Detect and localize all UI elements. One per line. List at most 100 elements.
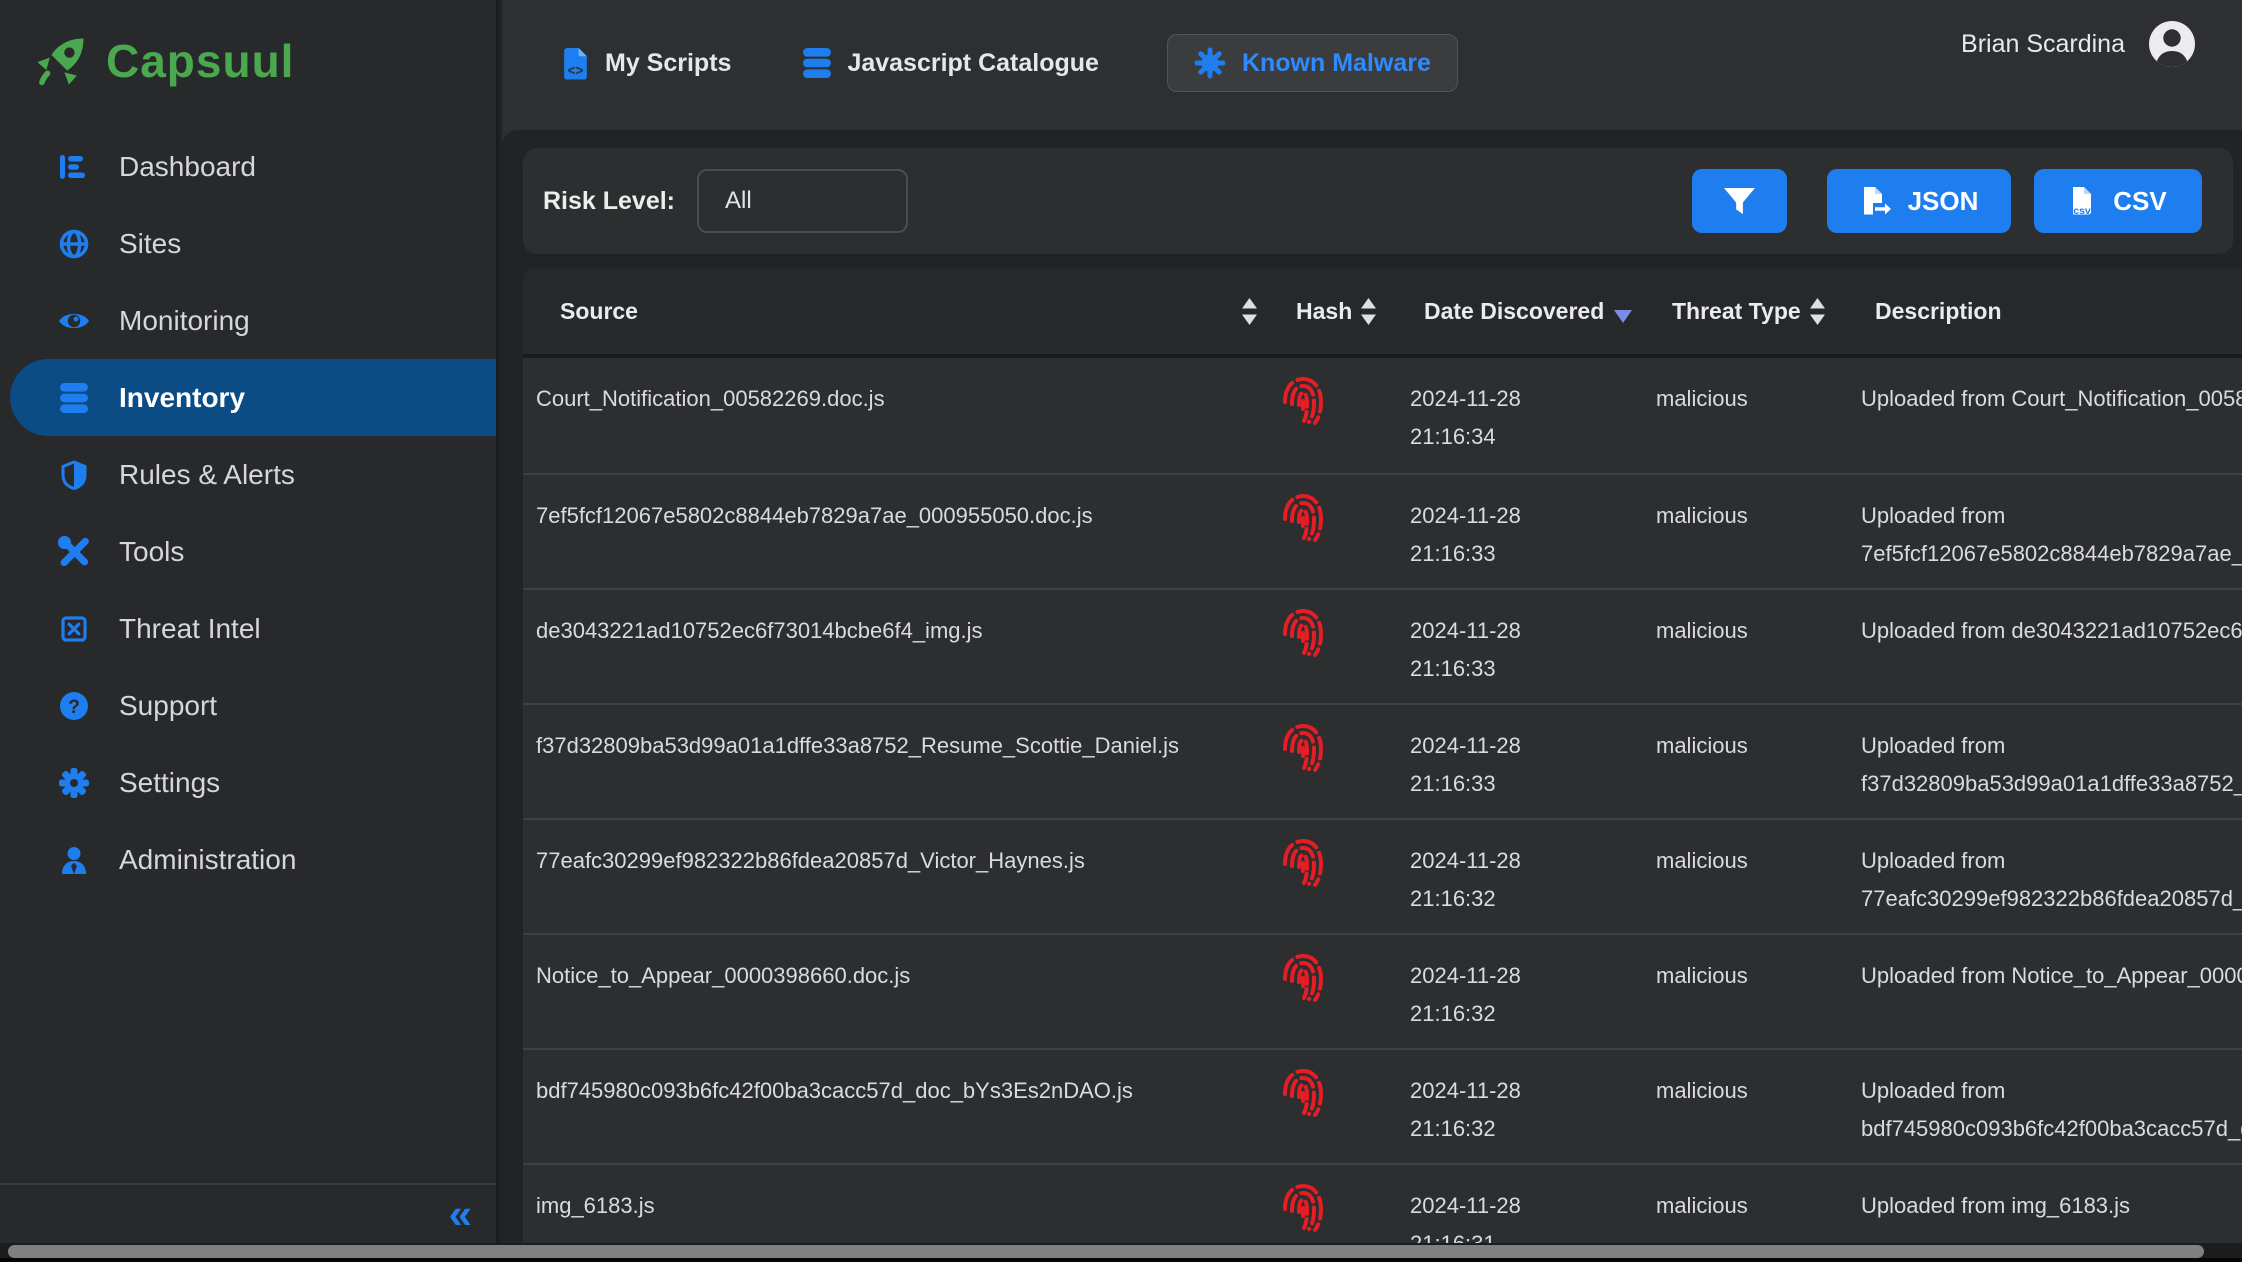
sidebar-item-label: Inventory <box>119 382 245 414</box>
date-value: 2024-11-28 <box>1410 497 1648 535</box>
fingerprint-icon[interactable] <box>1280 1066 1408 1122</box>
collapse-sidebar-icon[interactable]: « <box>449 1193 472 1235</box>
table-row[interactable]: 77eafc30299ef982322b86fdea20857d_Victor_… <box>523 818 2242 933</box>
gear-icon <box>57 768 91 798</box>
threat-type-cell: malicious <box>1648 590 1856 703</box>
tools-icon <box>57 536 91 568</box>
table-row[interactable]: f37d32809ba53d99a01a1dffe33a8752_Resume_… <box>523 703 2242 818</box>
globe-icon <box>57 229 91 259</box>
export-csv-button[interactable]: CSV <box>2034 169 2202 233</box>
time-value: 21:16:32 <box>1410 1110 1648 1148</box>
rocket-icon <box>34 34 88 88</box>
source-cell: f37d32809ba53d99a01a1dffe33a8752_Resume_… <box>523 705 1268 818</box>
threat-type-cell: malicious <box>1648 705 1856 818</box>
source-cell: de3043221ad10752ec6f73014bcbe6f4_img.js <box>523 590 1268 703</box>
horizontal-scrollbar[interactable] <box>0 1243 2242 1262</box>
sidebar: Capsuul Dashboard Sites Monitoring Inven… <box>0 0 499 1243</box>
fingerprint-icon[interactable] <box>1280 836 1408 892</box>
tab-known-malware[interactable]: Known Malware <box>1167 34 1458 92</box>
tab-javascript-catalogue[interactable]: Javascript Catalogue <box>799 34 1103 92</box>
time-value: 21:16:33 <box>1410 765 1648 803</box>
scrollbar-thumb[interactable] <box>8 1245 2204 1258</box>
person-icon <box>57 846 91 874</box>
column-header-threat-type: Threat Type <box>1648 298 1856 325</box>
topbar: My Scripts Javascript Catalogue Known Ma… <box>502 0 2242 130</box>
avatar-icon[interactable] <box>2147 19 2197 69</box>
time-value: 21:16:34 <box>1410 418 1648 456</box>
date-cell: 2024-11-28 21:16:32 <box>1408 820 1648 933</box>
sort-icon-threat-type[interactable] <box>1809 298 1826 325</box>
threat-type-cell: malicious <box>1648 475 1856 588</box>
time-value: 21:16:33 <box>1410 535 1648 573</box>
hash-cell <box>1268 820 1408 933</box>
date-cell: 2024-11-28 21:16:32 <box>1408 1050 1648 1163</box>
source-cell: img_6183.js <box>523 1165 1268 1243</box>
filter-button[interactable] <box>1692 169 1787 233</box>
sidebar-item-dashboard[interactable]: Dashboard <box>0 128 496 205</box>
fingerprint-icon[interactable] <box>1280 721 1408 777</box>
sidebar-item-label: Dashboard <box>119 151 256 183</box>
sort-desc-icon-date[interactable] <box>1614 300 1632 323</box>
sort-icon-source[interactable] <box>1241 298 1258 325</box>
sidebar-item-threat-intel[interactable]: Threat Intel <box>0 590 496 667</box>
source-cell: 7ef5fcf12067e5802c8844eb7829a7ae_0009550… <box>523 475 1268 588</box>
table-row[interactable]: de3043221ad10752ec6f73014bcbe6f4_img.js … <box>523 588 2242 703</box>
date-value: 2024-11-28 <box>1410 842 1648 880</box>
sidebar-item-label: Sites <box>119 228 181 260</box>
table-header: Source Hash Date Discovered Threat Type <box>523 268 2242 358</box>
description-cell: Uploaded from Court_Notification_0058226… <box>1856 358 2242 473</box>
sidebar-item-tools[interactable]: Tools <box>0 513 496 590</box>
export-json-button[interactable]: JSON <box>1827 169 2011 233</box>
date-value: 2024-11-28 <box>1410 612 1648 650</box>
table-row[interactable]: Notice_to_Appear_0000398660.doc.js 2024-… <box>523 933 2242 1048</box>
sidebar-item-rules-alerts[interactable]: Rules & Alerts <box>0 436 496 513</box>
table-row[interactable]: bdf745980c093b6fc42f00ba3cacc57d_doc_bYs… <box>523 1048 2242 1163</box>
sort-icon-hash[interactable] <box>1360 298 1377 325</box>
sidebar-item-sites[interactable]: Sites <box>0 205 496 282</box>
hash-cell <box>1268 1050 1408 1163</box>
column-label[interactable]: Source <box>560 298 638 325</box>
tab-my-scripts[interactable]: My Scripts <box>558 34 735 92</box>
source-cell: 77eafc30299ef982322b86fdea20857d_Victor_… <box>523 820 1268 933</box>
fingerprint-icon[interactable] <box>1280 491 1408 547</box>
description-cell: Uploaded from de3043221ad10752ec6f73014b… <box>1856 590 2242 703</box>
question-circle-icon <box>57 691 91 721</box>
sidebar-item-inventory[interactable]: Inventory <box>10 359 496 436</box>
description-cell: Uploaded from 77eafc30299ef982322b86fdea… <box>1856 820 2242 933</box>
database-icon <box>57 383 91 413</box>
hash-cell <box>1268 358 1408 473</box>
table-row[interactable]: img_6183.js 2024-11-28 21:16:31 maliciou… <box>523 1163 2242 1243</box>
column-label[interactable]: Date Discovered <box>1424 298 1604 325</box>
fingerprint-icon[interactable] <box>1280 606 1408 662</box>
risk-level-label: Risk Level: <box>543 187 675 216</box>
date-value: 2024-11-28 <box>1410 957 1648 995</box>
description-cell: Uploaded from 7ef5fcf12067e5802c8844eb78… <box>1856 475 2242 588</box>
hash-cell <box>1268 475 1408 588</box>
fingerprint-icon[interactable] <box>1280 951 1408 1007</box>
sidebar-item-support[interactable]: Support <box>0 667 496 744</box>
table-row[interactable]: 7ef5fcf12067e5802c8844eb7829a7ae_0009550… <box>523 473 2242 588</box>
hash-cell <box>1268 1165 1408 1243</box>
filter-bar: Risk Level: All JSON CSV <box>523 148 2233 254</box>
sidebar-item-settings[interactable]: Settings <box>0 744 496 821</box>
tab-label: My Scripts <box>605 49 731 78</box>
fingerprint-icon[interactable] <box>1280 1181 1408 1237</box>
threat-type-cell: malicious <box>1648 1050 1856 1163</box>
export-json-label: JSON <box>1908 186 1979 217</box>
column-label[interactable]: Threat Type <box>1672 298 1801 325</box>
column-label[interactable]: Hash <box>1296 298 1352 325</box>
table-row[interactable]: Court_Notification_00582269.doc.js 2024-… <box>523 358 2242 473</box>
sidebar-item-label: Tools <box>119 536 184 568</box>
sidebar-item-monitoring[interactable]: Monitoring <box>0 282 496 359</box>
sidebar-item-administration[interactable]: Administration <box>0 821 496 898</box>
content-area: Risk Level: All JSON CSV Source <box>502 130 2242 1243</box>
source-cell: Court_Notification_00582269.doc.js <box>523 358 1268 473</box>
code-file-icon <box>562 47 589 80</box>
user-menu[interactable]: Brian Scardina <box>1961 19 2197 69</box>
risk-level-select[interactable]: All <box>697 169 908 233</box>
time-value: 21:16:31 <box>1410 1225 1648 1243</box>
description-cell: Uploaded from bdf745980c093b6fc42f00ba3c… <box>1856 1050 2242 1163</box>
fingerprint-icon[interactable] <box>1280 374 1408 430</box>
database-icon <box>803 48 831 78</box>
sidebar-item-label: Monitoring <box>119 305 250 337</box>
